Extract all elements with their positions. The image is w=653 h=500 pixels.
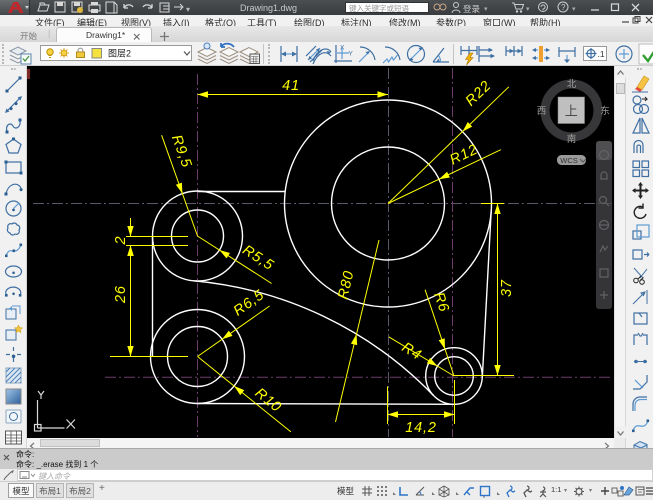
svg-text:R4: R4 [399, 340, 425, 364]
svg-text:14,2: 14,2 [405, 420, 436, 436]
svg-text:.1: .1 [598, 49, 605, 59]
svg-text:南: 南 [567, 133, 577, 145]
svg-text:西: 西 [537, 106, 547, 117]
svg-text:R80: R80 [335, 269, 357, 301]
svg-text:东: 东 [600, 105, 610, 117]
svg-text:R5,5: R5,5 [239, 242, 276, 274]
svg-text:R6,5: R6,5 [231, 287, 268, 320]
svg-text:X: X [340, 45, 345, 52]
svg-text:Y: Y [349, 51, 354, 58]
svg-text:?: ? [561, 3, 566, 12]
svg-text:2: 2 [113, 236, 129, 246]
svg-text:26: 26 [113, 285, 129, 304]
svg-text:WCS: WCS [560, 156, 578, 165]
svg-text:北: 北 [567, 79, 577, 90]
svg-text:41: 41 [282, 78, 300, 94]
svg-text:R10: R10 [252, 385, 285, 416]
svg-text:上: 上 [565, 104, 578, 119]
svg-text:R6: R6 [430, 290, 452, 314]
svg-text:37: 37 [499, 279, 515, 297]
svg-text:图层2: 图层2 [108, 49, 131, 59]
